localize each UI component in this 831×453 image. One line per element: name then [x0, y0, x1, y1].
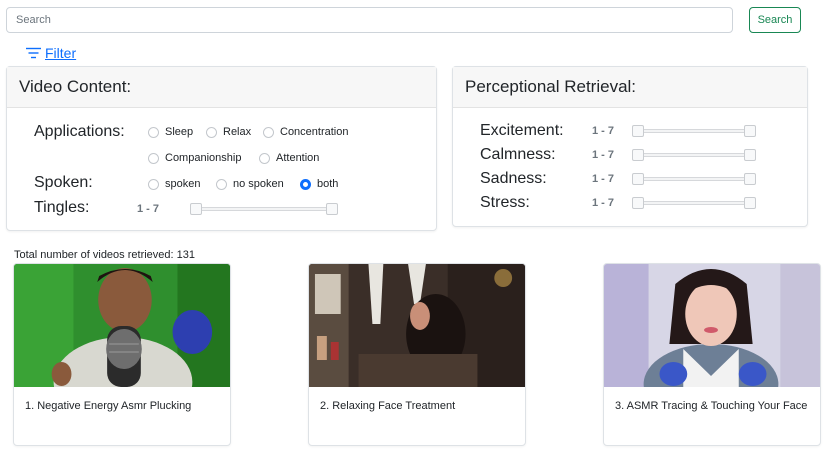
- radio-spoken[interactable]: [148, 178, 159, 190]
- search-input[interactable]: [6, 7, 733, 33]
- stress-range: 1 - 7: [592, 197, 615, 209]
- video-content-panel: Video Content: Applications: Sleep Relax…: [6, 66, 437, 231]
- total-videos-count: Total number of videos retrieved: 131: [14, 249, 195, 261]
- video-card[interactable]: 3. ASMR Tracing & Touching Your Face: [603, 263, 821, 446]
- slider-track: [638, 153, 750, 157]
- option-label: Attention: [276, 152, 320, 164]
- application-option-attention[interactable]: Attention: [259, 152, 319, 164]
- video-title[interactable]: 1. Negative Energy Asmr Plucking: [25, 398, 222, 414]
- spoken-label: Spoken:: [34, 174, 93, 191]
- application-option-concentration[interactable]: Concentration: [263, 126, 349, 138]
- excitement-range-slider[interactable]: [632, 125, 756, 137]
- slider-min-handle[interactable]: [632, 149, 644, 161]
- filter-label: Filter: [45, 45, 77, 61]
- slider-max-handle[interactable]: [744, 125, 756, 137]
- perceptional-title: Perceptional Retrieval:: [453, 67, 807, 108]
- excitement-label: Excitement:: [480, 122, 564, 139]
- slider-max-handle[interactable]: [744, 197, 756, 209]
- radio-relax[interactable]: [206, 126, 217, 138]
- stress-label: Stress:: [480, 194, 530, 211]
- video-thumbnail[interactable]: [309, 264, 525, 387]
- spoken-option-both[interactable]: both: [300, 178, 338, 190]
- radio-sleep[interactable]: [148, 126, 159, 138]
- filter-toggle[interactable]: Filter: [26, 44, 76, 62]
- option-label: Sleep: [165, 126, 194, 138]
- option-label: both: [317, 178, 339, 190]
- calmness-label: Calmness:: [480, 146, 556, 163]
- spoken-option-no-spoken[interactable]: no spoken: [216, 178, 284, 190]
- slider-max-handle[interactable]: [744, 149, 756, 161]
- calmness-range: 1 - 7: [592, 149, 615, 161]
- perceptional-retrieval-panel: Perceptional Retrieval: Excitement: 1 - …: [452, 66, 808, 227]
- slider-min-handle[interactable]: [632, 125, 644, 137]
- video-card[interactable]: 1. Negative Energy Asmr Plucking: [13, 263, 231, 446]
- application-option-relax[interactable]: Relax: [206, 126, 251, 138]
- sadness-range: 1 - 7: [592, 173, 615, 185]
- application-option-sleep[interactable]: Sleep: [148, 126, 193, 138]
- tingles-range: 1 - 7: [137, 203, 160, 215]
- radio-no-spoken[interactable]: [216, 178, 227, 190]
- stress-range-slider[interactable]: [632, 197, 756, 209]
- applications-label: Applications:: [34, 123, 125, 140]
- radio-companionship[interactable]: [148, 152, 159, 164]
- video-title[interactable]: 2. Relaxing Face Treatment: [320, 398, 517, 414]
- option-label: Companionship: [165, 152, 242, 164]
- slider-track: [638, 177, 750, 181]
- video-card[interactable]: 2. Relaxing Face Treatment: [308, 263, 526, 446]
- radio-attention[interactable]: [259, 152, 270, 164]
- calmness-range-slider[interactable]: [632, 149, 756, 161]
- slider-min-handle[interactable]: [632, 197, 644, 209]
- option-label: spoken: [165, 178, 201, 190]
- video-title[interactable]: 3. ASMR Tracing & Touching Your Face: [615, 398, 812, 414]
- application-option-companionship[interactable]: Companionship: [148, 152, 241, 164]
- slider-track: [638, 129, 750, 133]
- radio-both-selected[interactable]: [300, 178, 311, 190]
- option-label: Relax: [223, 126, 252, 138]
- slider-track: [196, 207, 332, 211]
- tingles-label: Tingles:: [34, 199, 90, 216]
- slider-max-handle[interactable]: [326, 203, 338, 215]
- slider-min-handle[interactable]: [632, 173, 644, 185]
- option-label: no spoken: [233, 178, 284, 190]
- spoken-option-spoken[interactable]: spoken: [148, 178, 200, 190]
- slider-min-handle[interactable]: [190, 203, 202, 215]
- excitement-range: 1 - 7: [592, 125, 615, 137]
- video-content-title: Video Content:: [7, 67, 436, 108]
- search-button[interactable]: Search: [749, 7, 801, 33]
- sadness-range-slider[interactable]: [632, 173, 756, 185]
- slider-max-handle[interactable]: [744, 173, 756, 185]
- slider-track: [638, 201, 750, 205]
- video-thumbnail[interactable]: [14, 264, 230, 387]
- option-label: Concentration: [280, 126, 349, 138]
- video-thumbnail[interactable]: [604, 264, 820, 387]
- radio-concentration[interactable]: [263, 126, 274, 138]
- tingles-range-slider[interactable]: [190, 203, 338, 215]
- filter-lines-icon: [26, 47, 41, 59]
- sadness-label: Sadness:: [480, 170, 547, 187]
